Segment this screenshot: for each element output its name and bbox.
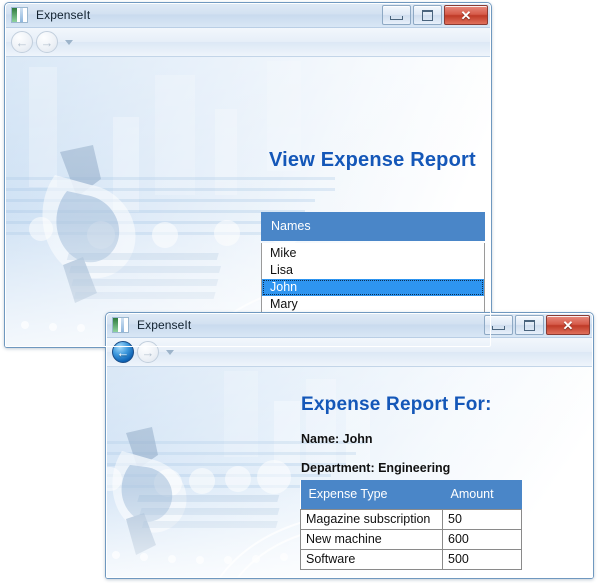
- app-icon: [112, 317, 129, 333]
- maximize-icon: [422, 9, 433, 21]
- window-title: ExpenseIt: [137, 318, 192, 332]
- table-header-row: Expense Type Amount: [300, 480, 522, 510]
- screenshot-root: ExpenseIt ✕ ← → View Expense Report Name…: [0, 0, 598, 583]
- minimize-button[interactable]: [382, 5, 411, 25]
- field-name: Name: John: [301, 432, 373, 446]
- names-list-body[interactable]: Mike Lisa John Mary: [262, 243, 484, 313]
- table-row: Software 500: [300, 549, 522, 570]
- maximize-button[interactable]: [413, 5, 442, 25]
- minimize-icon: [492, 325, 505, 330]
- maximize-button[interactable]: [515, 315, 544, 335]
- table-row: New machine 600: [300, 529, 522, 550]
- forward-button[interactable]: →: [137, 341, 159, 363]
- expense-table: Expense Type Amount Magazine subscriptio…: [300, 480, 522, 570]
- forward-button[interactable]: →: [36, 31, 58, 53]
- chevron-down-icon[interactable]: [65, 39, 73, 45]
- back-button[interactable]: ←: [11, 31, 33, 53]
- cell-amount: 50: [442, 509, 522, 530]
- app-icon: [11, 7, 28, 23]
- window-controls[interactable]: ✕: [484, 315, 590, 335]
- back-button[interactable]: ←: [112, 341, 134, 363]
- titlebar-window-2[interactable]: ExpenseIt ✕: [106, 313, 593, 338]
- cell-amount: 600: [442, 529, 522, 550]
- window-expense-report-detail[interactable]: ExpenseIt ✕ ← → Expense Report For: Name…: [105, 312, 594, 579]
- column-header-expense-type: Expense Type: [300, 480, 443, 510]
- window-title: ExpenseIt: [36, 8, 91, 22]
- cell-expense-type: Magazine subscription: [300, 509, 443, 530]
- minimize-icon: [390, 15, 403, 20]
- table-row: Magazine subscription 50: [300, 509, 522, 530]
- close-button[interactable]: ✕: [444, 5, 488, 25]
- window-controls[interactable]: ✕: [382, 5, 488, 25]
- cell-amount: 500: [442, 549, 522, 570]
- list-item[interactable]: Mike: [262, 245, 484, 262]
- names-column-header: Names: [261, 212, 485, 241]
- close-icon: ✕: [460, 7, 472, 23]
- navigation-bar-window-2[interactable]: ← →: [106, 338, 593, 367]
- client-area-window-1: View Expense Report Names Mike Lisa John…: [5, 57, 491, 347]
- list-item[interactable]: Lisa: [262, 262, 484, 279]
- close-button[interactable]: ✕: [546, 315, 590, 335]
- cell-expense-type: New machine: [300, 529, 443, 550]
- close-icon: ✕: [562, 317, 574, 333]
- navigation-bar-window-1[interactable]: ← →: [5, 28, 491, 57]
- field-department: Department: Engineering: [301, 461, 451, 475]
- column-header-amount: Amount: [442, 480, 522, 510]
- chevron-down-icon[interactable]: [166, 349, 174, 355]
- list-item[interactable]: Mary: [262, 296, 484, 313]
- page-title-window-1: View Expense Report: [269, 149, 476, 171]
- titlebar-window-1[interactable]: ExpenseIt ✕: [5, 3, 491, 28]
- cell-expense-type: Software: [300, 549, 443, 570]
- maximize-icon: [524, 319, 535, 331]
- page-title-window-2: Expense Report For:: [301, 394, 492, 415]
- window-view-expense-report[interactable]: ExpenseIt ✕ ← → View Expense Report Name…: [4, 2, 492, 348]
- list-item-selected[interactable]: John: [262, 279, 484, 296]
- client-area-window-2: Expense Report For: Name: John Departmen…: [106, 367, 593, 578]
- minimize-button[interactable]: [484, 315, 513, 335]
